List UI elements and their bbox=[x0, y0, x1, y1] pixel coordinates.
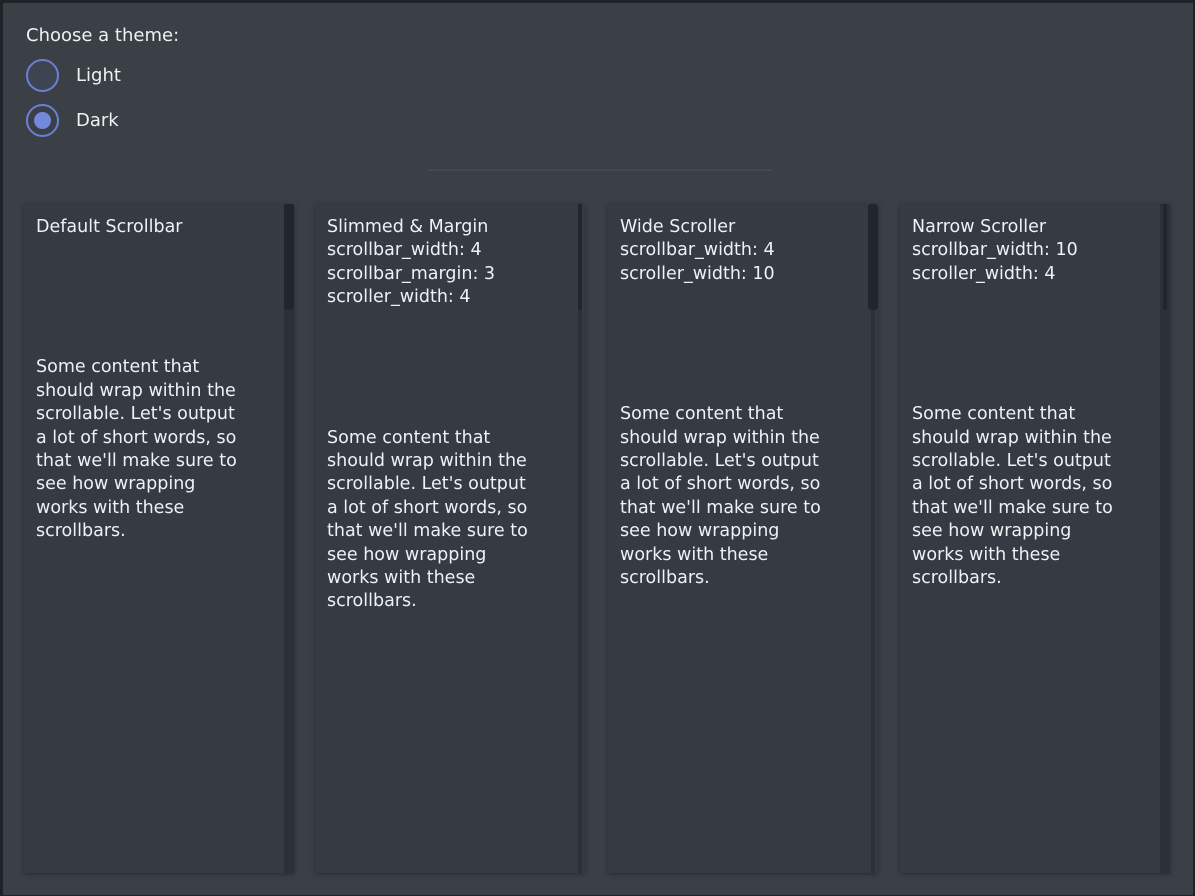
radio-label-dark: Dark bbox=[76, 110, 119, 131]
panel-params: scrollbar_width: 10 scroller_width: 4 bbox=[912, 239, 1142, 286]
radio-button-dark[interactable] bbox=[26, 104, 59, 137]
radio-option-light[interactable]: Light bbox=[26, 59, 179, 92]
radio-label-light: Light bbox=[76, 65, 121, 86]
scrollbar-thumb[interactable] bbox=[1163, 204, 1167, 310]
theme-chooser: Choose a theme: Light Dark bbox=[26, 24, 179, 149]
panel-content: Some content that should wrap within the… bbox=[327, 427, 557, 614]
panel-params: scrollbar_width: 4 scrollbar_margin: 3 s… bbox=[327, 239, 557, 309]
panel-title: Slimmed & Margin bbox=[327, 216, 557, 239]
radio-option-dark[interactable]: Dark bbox=[26, 104, 179, 137]
theme-prompt: Choose a theme: bbox=[26, 24, 179, 48]
divider bbox=[427, 169, 773, 171]
panel-title: Default Scrollbar bbox=[36, 216, 266, 239]
panel-narrow-scroller[interactable]: Narrow Scroller scrollbar_width: 10 scro… bbox=[900, 204, 1170, 873]
panel-content: Some content that should wrap within the… bbox=[620, 403, 850, 590]
panel-slimmed-margin[interactable]: Slimmed & Margin scrollbar_width: 4 scro… bbox=[315, 204, 585, 873]
panel-title: Wide Scroller bbox=[620, 216, 850, 239]
panel-params: scrollbar_width: 4 scroller_width: 10 bbox=[620, 239, 850, 286]
scrollbar-thumb[interactable] bbox=[284, 204, 294, 310]
panel-default-scrollbar[interactable]: Default Scrollbar Some content that shou… bbox=[24, 204, 294, 873]
scrollbar-thumb[interactable] bbox=[578, 204, 582, 310]
panel-content: Some content that should wrap within the… bbox=[912, 403, 1142, 590]
panel-wide-scroller[interactable]: Wide Scroller scrollbar_width: 4 scrolle… bbox=[608, 204, 878, 873]
app-window: Choose a theme: Light Dark Default Scrol… bbox=[3, 3, 1193, 895]
panel-content: Some content that should wrap within the… bbox=[36, 356, 266, 543]
radio-button-light[interactable] bbox=[26, 59, 59, 92]
panel-title: Narrow Scroller bbox=[912, 216, 1142, 239]
scrollbar-thumb[interactable] bbox=[868, 204, 878, 310]
